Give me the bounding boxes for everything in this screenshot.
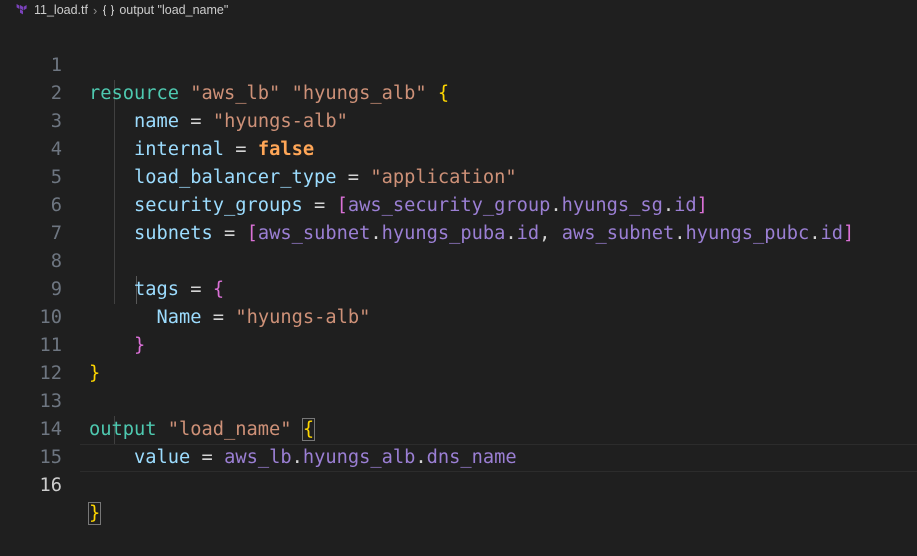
symbol-brackets-icon	[103, 4, 115, 16]
code-line-2[interactable]: 2 name = "hyungs-alb"	[0, 52, 917, 132]
breadcrumb: 11_load.tf › output "load_name"	[0, 0, 917, 20]
breadcrumb-file-label: 11_load.tf	[34, 3, 88, 17]
breadcrumb-symbol-label: output "load_name"	[119, 3, 229, 17]
code-line-5[interactable]: 5 security_groups = [aws_security_group.…	[0, 136, 917, 216]
code-line-4[interactable]: 4 load_balancer_type = "application"	[0, 108, 917, 188]
code-line-9[interactable]: 9 Name = "hyungs-alb"	[0, 248, 917, 328]
line-number-active: 16	[39, 475, 62, 496]
code-line-15[interactable]: 15	[0, 416, 917, 468]
code-line-1[interactable]: 1 resource "aws_lb" "hyungs_alb" {	[0, 24, 917, 104]
code-line-8[interactable]: 8 tags = {	[0, 220, 917, 300]
code-editor[interactable]: 1 resource "aws_lb" "hyungs_alb" { 2 nam…	[0, 24, 917, 525]
code-line-14[interactable]: 14 value = aws_lb.hyungs_alb.dns_name	[0, 388, 917, 468]
brace-matched: }	[87, 502, 102, 525]
code-line-13[interactable]: 13 output "load_name" {	[0, 360, 917, 441]
code-line-7[interactable]: 7	[0, 192, 917, 244]
code-line-6[interactable]: 6 subnets = [aws_subnet.hyungs_puba.id, …	[0, 164, 917, 244]
breadcrumb-symbol[interactable]: output "load_name"	[102, 3, 228, 17]
chevron-right-icon: ›	[92, 2, 98, 18]
code-line-16-current[interactable]: 16 }	[0, 444, 917, 525]
code-line-11[interactable]: 11 }	[0, 304, 917, 384]
code-line-12[interactable]: 12	[0, 332, 917, 384]
terraform-icon	[16, 4, 27, 15]
breadcrumb-file[interactable]: 11_load.tf	[16, 3, 88, 17]
code-line-10[interactable]: 10 }	[0, 276, 917, 356]
code-line-3[interactable]: 3 internal = false	[0, 80, 917, 160]
